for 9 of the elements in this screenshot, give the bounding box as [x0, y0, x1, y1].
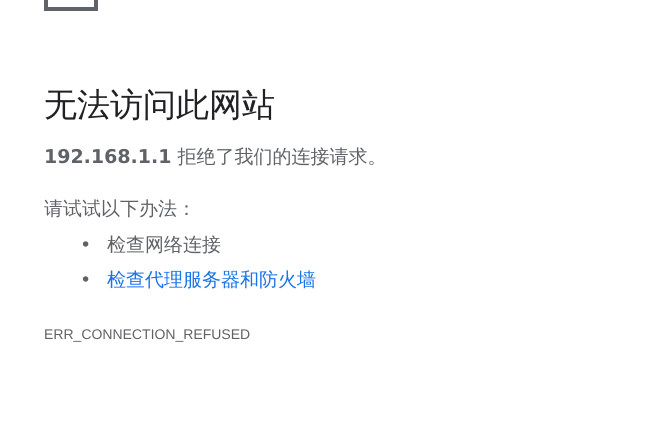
page-icon: [44, 0, 98, 11]
suggestion-link[interactable]: 检查代理服务器和防火墙: [107, 262, 316, 298]
error-code: ERR_CONNECTION_REFUSED: [44, 324, 252, 344]
bullet-mark: •: [80, 232, 92, 258]
page-heading: 无法访问此网站: [44, 85, 276, 125]
error-message: 192.168.1.1 拒绝了我们的连接请求。: [44, 144, 388, 170]
suggestions-title: 请试试以下办法：: [44, 197, 197, 222]
bullet-mark: •: [80, 268, 92, 293]
suggestion-text: 检查网络连接: [107, 232, 222, 258]
